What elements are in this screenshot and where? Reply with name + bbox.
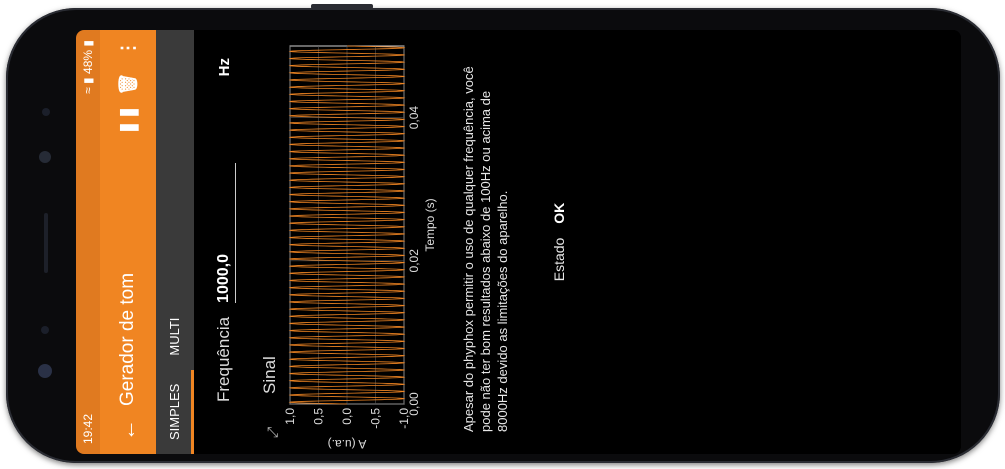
signal-icon: ▮ — [81, 77, 95, 84]
tab-simples[interactable]: SIMPLES — [156, 369, 194, 454]
iris-sensor-icon — [38, 364, 52, 378]
y-tick-label: 0,0 — [340, 408, 354, 425]
battery-percent: 48% — [81, 49, 95, 74]
arrow-back-icon[interactable]: ← — [115, 406, 141, 454]
tab-multi[interactable]: MULTI — [156, 304, 194, 370]
clock: 19:42 — [81, 413, 95, 444]
signal-graph: ⤢ Sinal 0,00 0,02 0,04 1,0 0,5 0,0 -0,5 -1,0 Tem… — [254, 30, 444, 454]
frequency-row: Frequência Hz — [198, 30, 250, 454]
phone-frame: 19:42 ≈ ▮ 48% ▮ ← Gerador de tom ❚❚ 🗑 ⋮ … — [6, 4, 1000, 463]
state-label: Estado — [551, 237, 567, 282]
app-title: Gerador de tom — [117, 272, 138, 406]
speaker-grille — [44, 213, 48, 273]
state-row: Estado OK — [551, 30, 567, 454]
signal-chart: 0,000,020,041,0 0,5 0,0 -0,5 -1,0Tempo (s)A … — [283, 45, 437, 451]
y-tick-label: -0,5 — [369, 408, 383, 429]
y-tick-label: 0,5 — [312, 408, 326, 425]
frequency-unit: Hz — [215, 58, 233, 77]
y-axis-label: A (u.a.) — [328, 437, 367, 451]
status-bar: 19:42 ≈ ▮ 48% ▮ — [76, 30, 100, 454]
sensor-icon — [42, 108, 50, 116]
status-icons: ≈ ▮ 48% ▮ — [81, 40, 95, 94]
x-tick-label: 0,04 — [407, 106, 421, 130]
more-vert-icon[interactable]: ⋮ — [118, 30, 139, 66]
screen: 19:42 ≈ ▮ 48% ▮ ← Gerador de tom ❚❚ 🗑 ⋮ … — [76, 30, 961, 454]
power-button — [311, 4, 373, 9]
frequency-label: Frequência — [214, 316, 233, 402]
tab-bar: SIMPLES MULTI — [156, 30, 194, 454]
frequency-input[interactable] — [212, 162, 236, 303]
sensor-icon — [41, 326, 49, 334]
app-bar: ← Gerador de tom ❚❚ 🗑 ⋮ — [100, 30, 156, 454]
state-value: OK — [551, 202, 567, 224]
trash-icon[interactable]: 🗑 — [118, 66, 139, 102]
front-camera-icon — [39, 151, 51, 163]
y-tick-label: -1,0 — [397, 408, 411, 429]
frequency-note: Apesar do phyphox permitir o uso de qual… — [461, 66, 510, 432]
x-axis-label: Tempo (s) — [423, 198, 437, 251]
expand-icon[interactable]: ⤢ — [264, 427, 281, 438]
app-screen: 19:42 ≈ ▮ 48% ▮ ← Gerador de tom ❚❚ 🗑 ⋮ … — [76, 30, 961, 454]
battery-icon: ▮ — [81, 40, 95, 47]
graph-title: Sinal — [260, 356, 279, 394]
pause-icon[interactable]: ❚❚ — [118, 102, 139, 138]
y-tick-label: 1,0 — [283, 408, 297, 425]
x-tick-label: 0,02 — [407, 249, 421, 273]
wifi-icon: ≈ — [81, 87, 95, 94]
